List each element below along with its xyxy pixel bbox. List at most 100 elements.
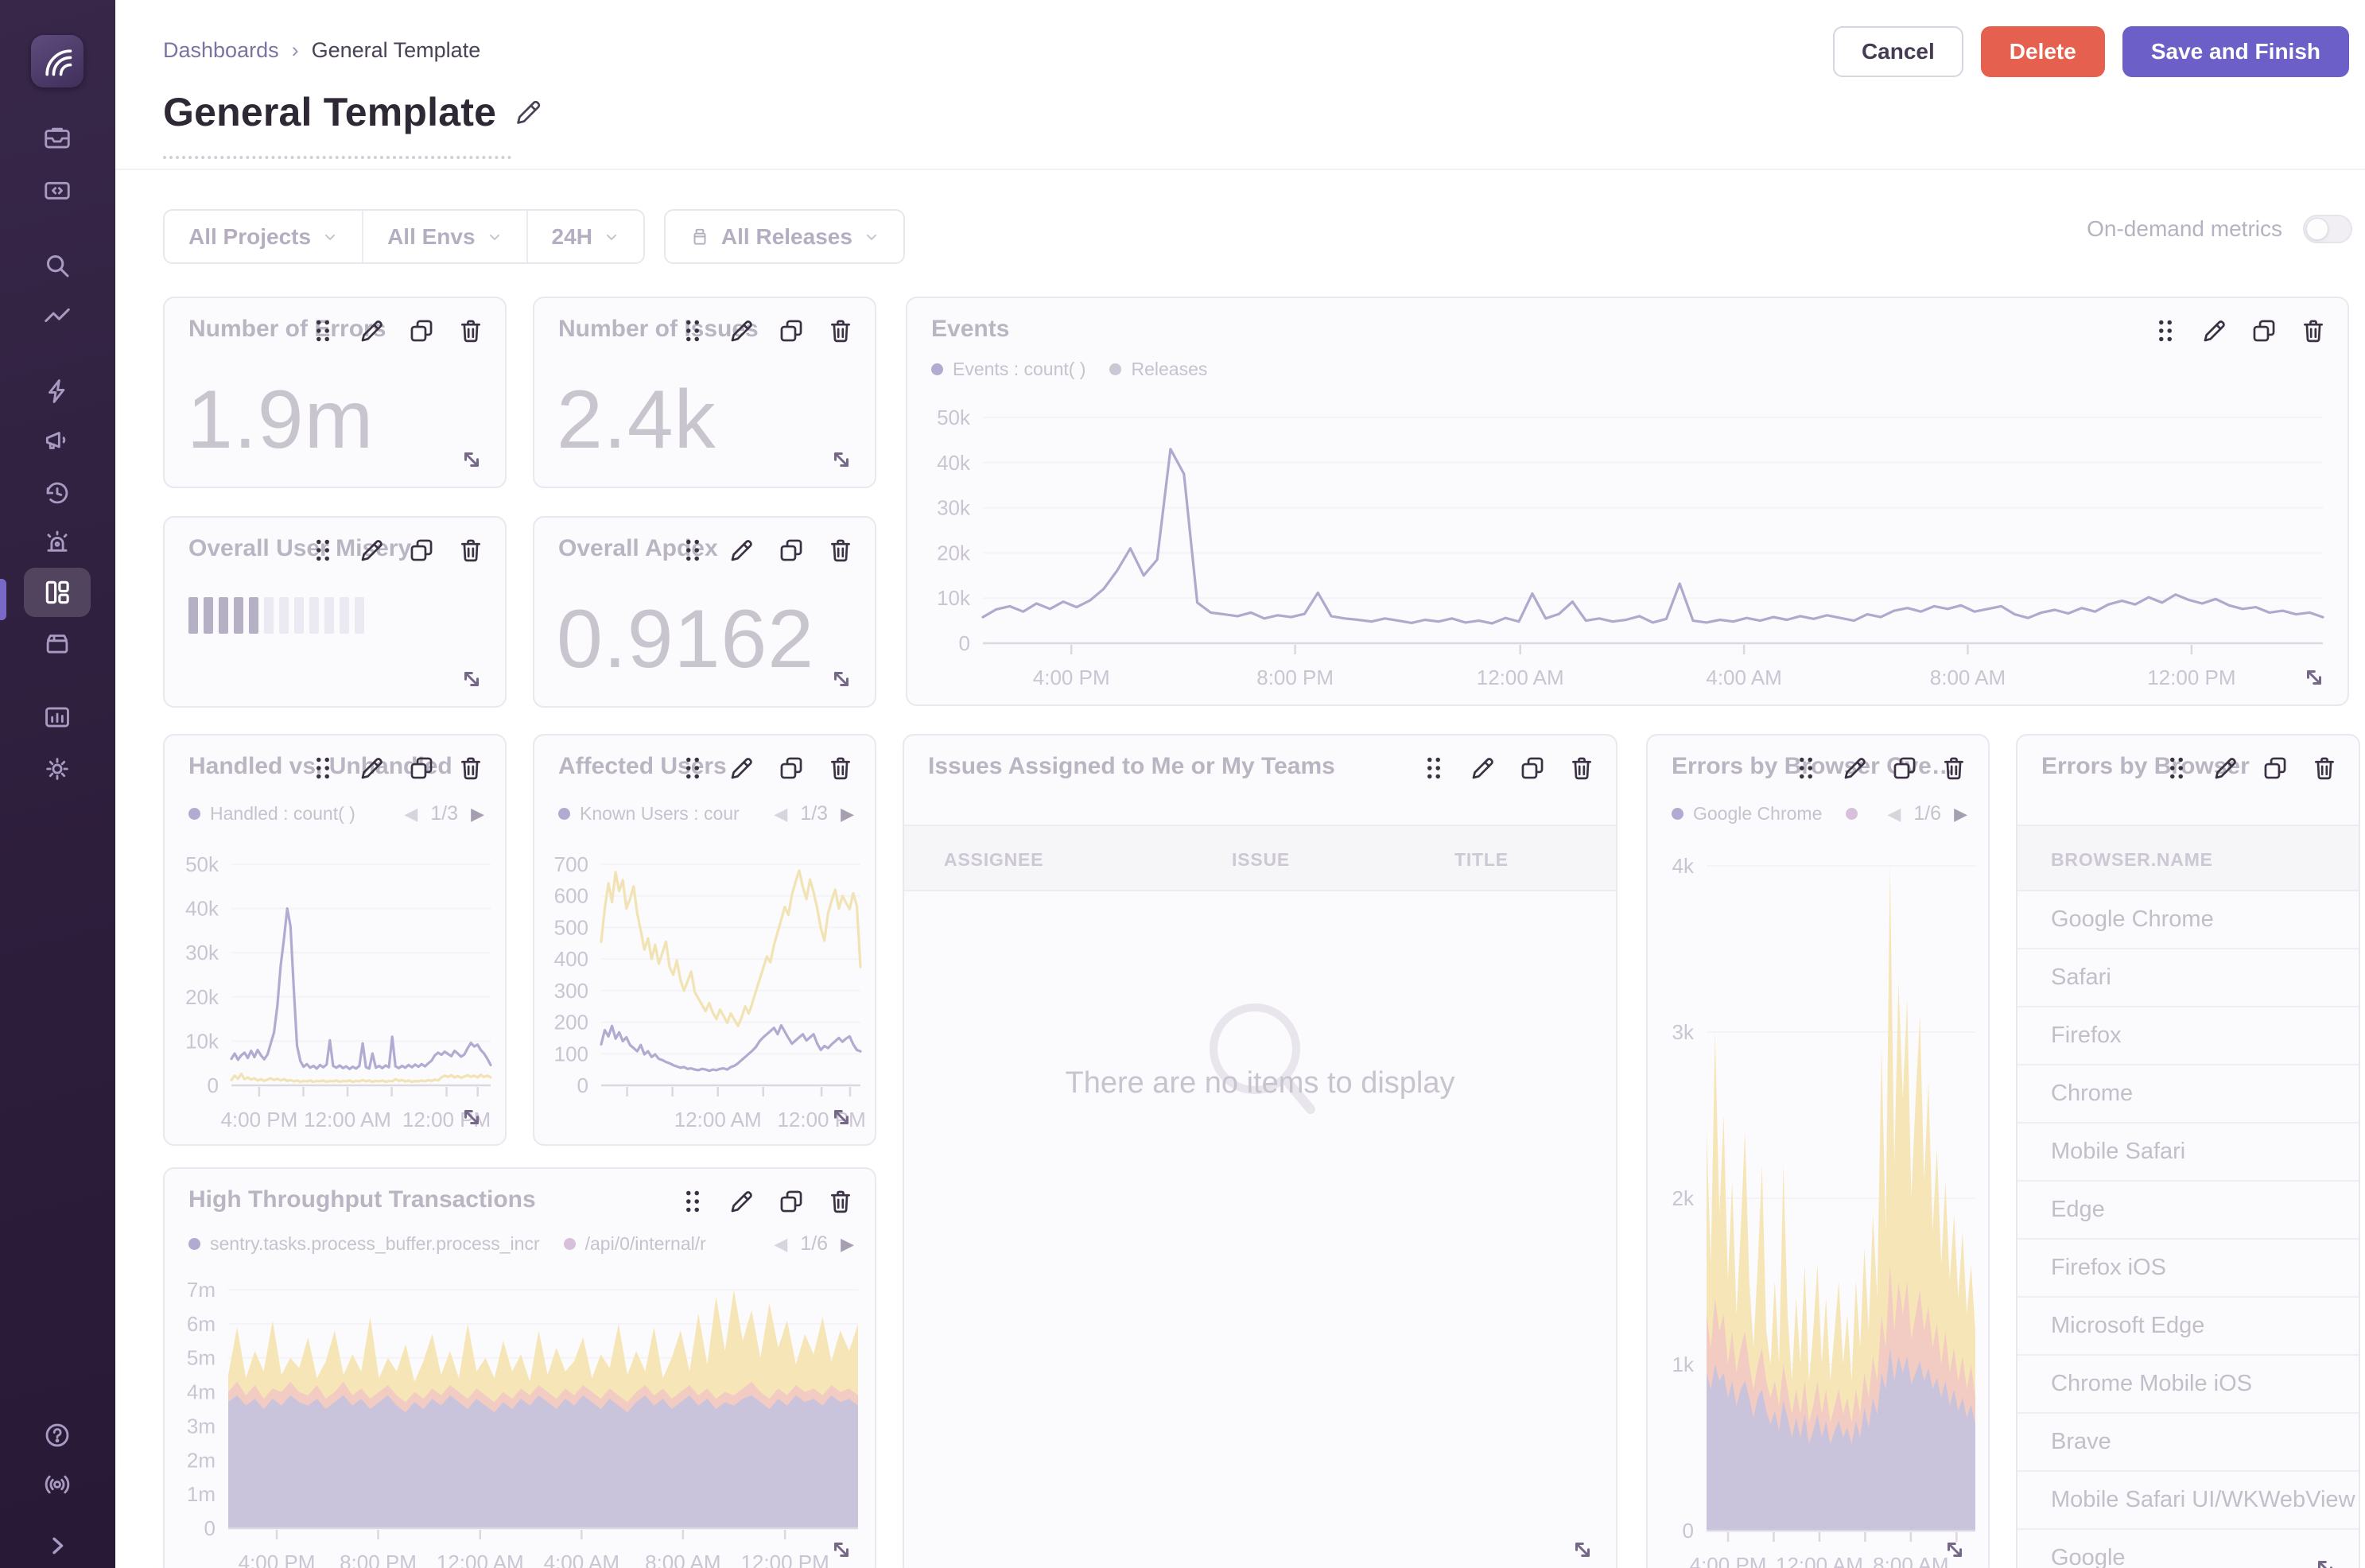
resize-handle-icon[interactable] (2311, 1554, 2340, 1568)
edit-widget-pencil-icon[interactable] (1842, 755, 1869, 782)
resize-handle-icon[interactable] (827, 1103, 856, 1131)
sidebar-item-broadcast-icon[interactable] (35, 1462, 80, 1507)
sidebar-item-stats[interactable] (35, 695, 80, 739)
widget-title: Issues Assigned to Me or My Teams (928, 753, 1335, 780)
edit-widget-pencil-icon[interactable] (359, 755, 386, 782)
drag-handle-icon[interactable] (679, 755, 706, 782)
sidebar-item-insights[interactable] (35, 369, 80, 413)
widget-number-of-issues: Number of Issues2.4k (533, 297, 876, 488)
sidebar-item-replays[interactable] (35, 471, 80, 515)
edit-widget-pencil-icon[interactable] (1470, 755, 1497, 782)
edit-widget-pencil-icon[interactable] (359, 537, 386, 564)
sidebar-item-settings-gear-icon[interactable] (35, 747, 80, 791)
widget-events: EventsEvents : count( )Releases010k20k30… (906, 297, 2349, 706)
resize-handle-icon[interactable] (1568, 1535, 1597, 1564)
drag-handle-icon[interactable] (2163, 755, 2190, 782)
svg-text:40k: 40k (937, 451, 971, 475)
widget-hover-controls (1792, 755, 1967, 782)
svg-text:4k: 4k (1672, 854, 1695, 878)
sidebar-collapse-chevron-icon[interactable] (35, 1523, 80, 1568)
edit-widget-pencil-icon[interactable] (728, 537, 755, 564)
on-demand-metrics-toggle[interactable] (2303, 215, 2352, 243)
delete-widget-trash-icon[interactable] (827, 317, 854, 344)
errors-by-browser-over-time-chart: 01k2k3k4k4:00 PM12:00 AM8:00 AM (1648, 735, 1990, 1568)
resize-handle-icon[interactable] (827, 1535, 856, 1564)
svg-text:1m: 1m (187, 1482, 216, 1506)
sentry-logo-icon[interactable] (31, 35, 83, 87)
drag-handle-icon[interactable] (309, 537, 336, 564)
delete-widget-trash-icon[interactable] (457, 317, 484, 344)
delete-widget-trash-icon[interactable] (827, 755, 854, 782)
cancel-button[interactable]: Cancel (1833, 26, 1963, 77)
drag-handle-icon[interactable] (1420, 755, 1447, 782)
drag-handle-icon[interactable] (679, 317, 706, 344)
delete-widget-trash-icon[interactable] (827, 1188, 854, 1215)
page-title: General Template (163, 89, 496, 135)
delete-widget-trash-icon[interactable] (1568, 755, 1595, 782)
edit-widget-pencil-icon[interactable] (2201, 317, 2228, 344)
table-row: Safari (2017, 949, 2359, 1007)
sidebar-item-alerts[interactable] (35, 520, 80, 565)
edit-title-pencil-icon[interactable] (514, 97, 544, 127)
duplicate-widget-icon[interactable] (2250, 317, 2278, 344)
duplicate-widget-icon[interactable] (778, 755, 805, 782)
svg-text:400: 400 (554, 947, 588, 971)
drag-handle-icon[interactable] (679, 1188, 706, 1215)
svg-text:12:00 AM: 12:00 AM (674, 1108, 762, 1131)
edit-widget-pencil-icon[interactable] (728, 755, 755, 782)
resize-handle-icon[interactable] (457, 445, 486, 474)
resize-handle-icon[interactable] (2300, 663, 2328, 692)
drag-handle-icon[interactable] (679, 537, 706, 564)
big-number-value: 0.9162 (557, 592, 814, 687)
duplicate-widget-icon[interactable] (408, 755, 435, 782)
sidebar-item-storage[interactable] (35, 621, 80, 666)
delete-widget-trash-icon[interactable] (2300, 317, 2327, 344)
date-range-filter[interactable]: 24H (526, 211, 643, 262)
drag-handle-icon[interactable] (1792, 755, 1819, 782)
toggle-knob (2306, 218, 2328, 240)
environment-filter[interactable]: All Envs (362, 211, 526, 262)
svg-text:12:00 PM: 12:00 PM (740, 1551, 829, 1568)
breadcrumb-dashboards-link[interactable]: Dashboards (163, 38, 279, 63)
widget-hover-controls (2163, 755, 2338, 782)
duplicate-widget-icon[interactable] (1519, 755, 1546, 782)
duplicate-widget-icon[interactable] (2262, 755, 2289, 782)
drag-handle-icon[interactable] (2152, 317, 2179, 344)
resize-handle-icon[interactable] (457, 665, 486, 693)
duplicate-widget-icon[interactable] (778, 317, 805, 344)
drag-handle-icon[interactable] (309, 317, 336, 344)
drag-handle-icon[interactable] (309, 755, 336, 782)
resize-handle-icon[interactable] (1940, 1535, 1969, 1564)
duplicate-widget-icon[interactable] (778, 537, 805, 564)
edit-widget-pencil-icon[interactable] (359, 317, 386, 344)
edit-widget-pencil-icon[interactable] (728, 317, 755, 344)
resize-handle-icon[interactable] (827, 665, 856, 693)
sidebar-item-releases[interactable] (35, 418, 80, 463)
duplicate-widget-icon[interactable] (408, 317, 435, 344)
delete-button[interactable]: Delete (1981, 26, 2105, 77)
save-and-finish-button[interactable]: Save and Finish (2122, 26, 2349, 77)
delete-widget-trash-icon[interactable] (2311, 755, 2338, 782)
svg-text:50k: 50k (937, 406, 971, 429)
delete-widget-trash-icon[interactable] (827, 537, 854, 564)
resize-handle-icon[interactable] (827, 445, 856, 474)
widget-errors-by-browser-over-time: Errors by Browser Ove…Google Chrome◀1/6▶… (1646, 734, 1990, 1568)
duplicate-widget-icon[interactable] (1891, 755, 1918, 782)
duplicate-widget-icon[interactable] (778, 1188, 805, 1215)
edit-widget-pencil-icon[interactable] (728, 1188, 755, 1215)
duplicate-widget-icon[interactable] (408, 537, 435, 564)
project-filter[interactable]: All Projects (165, 211, 362, 262)
sidebar-item-issues[interactable] (35, 116, 80, 161)
edit-widget-pencil-icon[interactable] (2212, 755, 2239, 782)
sidebar-item-help-icon[interactable] (35, 1413, 80, 1457)
sidebar-item-search-icon[interactable] (35, 243, 80, 288)
resize-handle-icon[interactable] (457, 1103, 486, 1131)
delete-widget-trash-icon[interactable] (457, 755, 484, 782)
sidebar-item-dashboards[interactable] (24, 568, 91, 617)
delete-widget-trash-icon[interactable] (1940, 755, 1967, 782)
sidebar-item-projects[interactable] (35, 168, 80, 212)
release-filter[interactable]: All Releases (666, 211, 903, 262)
delete-widget-trash-icon[interactable] (457, 537, 484, 564)
widget-affected-users: Affected UsersKnown Users : cour◀1/3▶010… (533, 734, 876, 1146)
sidebar-item-performance[interactable] (35, 294, 80, 339)
